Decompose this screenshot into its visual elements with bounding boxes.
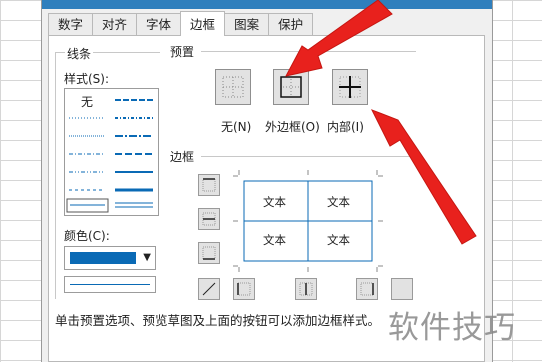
line-style-list[interactable]: 无 — [64, 88, 159, 216]
preview-cell-text: 文本 — [263, 233, 286, 247]
tab-border[interactable]: 边框 — [180, 11, 226, 36]
preset-inside-button[interactable] — [332, 69, 368, 105]
border-left-button[interactable] — [233, 278, 255, 300]
diagonal-up-icon — [202, 282, 216, 296]
line-preview — [64, 276, 156, 293]
watermark-text: 软件技巧 — [388, 310, 516, 346]
border-middle-horizontal-button[interactable] — [198, 208, 220, 230]
preview-grid — [233, 170, 383, 272]
hint-text: 单击预置选项、预览草图及上面的按钮可以添加边框样式。 — [55, 313, 381, 328]
border-middle-vertical-button[interactable] — [295, 278, 317, 300]
border-bottom-button[interactable] — [198, 242, 220, 264]
preview-cell-text: 文本 — [327, 195, 350, 209]
tab-bar: 数字 对齐 字体 边框 图案 保护 — [48, 11, 314, 36]
border-section-title: 边框 — [170, 150, 195, 164]
border-diagonal-up-button[interactable] — [198, 278, 220, 300]
border-vertical-icon — [299, 282, 313, 296]
border-bottom-icon — [202, 246, 216, 260]
preset-outline-button[interactable] — [273, 69, 309, 105]
border-top-icon — [202, 178, 216, 192]
preview-cell-text: 文本 — [327, 233, 350, 247]
border-preview-area[interactable]: 文本 文本 文本 文本 — [233, 170, 383, 272]
tab-alignment[interactable]: 对齐 — [92, 13, 138, 35]
preset-inside-label: 内部(I) — [327, 120, 364, 134]
color-label: 颜色(C): — [64, 229, 110, 243]
preset-outline-label: 外边框(O) — [265, 120, 320, 134]
preset-none-button[interactable] — [215, 69, 251, 105]
tab-pattern[interactable]: 图案 — [224, 13, 270, 35]
border-right-icon — [360, 282, 374, 296]
presets-title: 预置 — [170, 45, 195, 59]
preview-cell-text: 文本 — [263, 195, 286, 209]
style-label: 样式(S): — [64, 72, 110, 86]
border-middle-icon — [202, 212, 216, 226]
border-right-button[interactable] — [356, 278, 378, 300]
presets-divider — [201, 51, 416, 52]
line-style-samples — [66, 99, 153, 213]
border-top-button[interactable] — [198, 174, 220, 196]
tab-number[interactable]: 数字 — [48, 13, 94, 35]
border-inside-icon — [339, 76, 361, 98]
border-diagonal-down-button[interactable] — [391, 278, 413, 300]
border-divider — [201, 156, 416, 157]
dialog-title-bar — [42, 0, 492, 9]
tab-protection[interactable]: 保护 — [268, 13, 314, 35]
tab-font[interactable]: 字体 — [136, 13, 182, 35]
line-group-title: 线条 — [65, 45, 94, 62]
color-dropdown[interactable]: ▼ — [64, 246, 156, 270]
border-left-icon — [237, 282, 251, 296]
border-outline-icon — [280, 76, 302, 98]
border-none-icon — [222, 76, 244, 98]
preset-none-label: 无(N) — [221, 120, 252, 134]
chevron-down-icon[interactable]: ▼ — [143, 252, 151, 263]
color-swatch — [70, 252, 136, 264]
